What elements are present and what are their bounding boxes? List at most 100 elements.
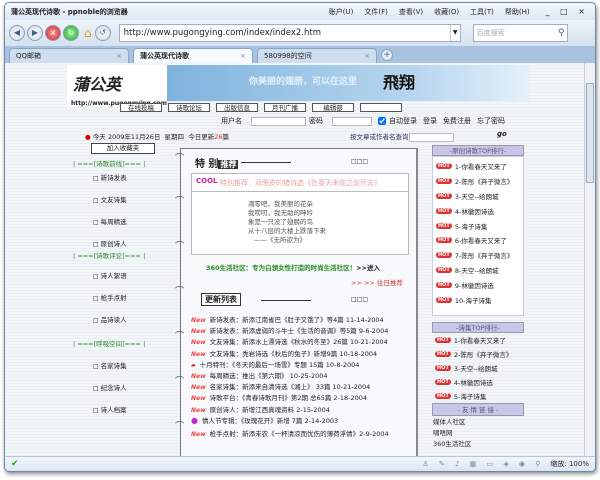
- list-item[interactable]: New 新诗发表：新添江南雀巴《肚子又饿了》等4篇 11-14-2004: [191, 314, 416, 325]
- add-favorite-button[interactable]: 加入收藏夹: [91, 143, 155, 154]
- search-box[interactable]: 百度搜索 ⚲: [472, 24, 568, 42]
- list-item[interactable]: HOT 2-陈彤《弃子微言》: [433, 174, 523, 189]
- browser-window: 蒲公英现代诗歌 - ppnoble的浏览器 账户(U) 文件(F) 查看(V) 收藏(…: [4, 2, 596, 472]
- list-item[interactable]: New 文友诗集：新添水上漂诗选《秋水的冬至》26篇 10-21-2004: [191, 336, 416, 347]
- ad-enter[interactable]: >>进入: [356, 264, 380, 272]
- nav-monthly[interactable]: 月刊广播: [264, 103, 306, 112]
- hot-badge: HOT: [436, 222, 452, 229]
- list-item[interactable]: HOT 6-你看春天又来了: [433, 233, 523, 248]
- menu-help[interactable]: 帮助(H): [505, 8, 530, 16]
- more-link[interactable]: □□□: [351, 296, 368, 303]
- top-poems-title: -原创诗歌TOP排行-: [432, 145, 524, 156]
- sidebar-link[interactable]: 每周精选: [73, 216, 173, 238]
- sidebar-link[interactable]: 品诗读人: [73, 314, 173, 336]
- home-icon[interactable]: ⌂: [84, 26, 92, 40]
- site-logo[interactable]: 蒲公英 http://www.pugongying.com: [67, 65, 167, 107]
- list-item[interactable]: HOT 5-海子诗集: [433, 218, 523, 233]
- section-title: | ===[呼吸空间]=== |: [73, 340, 146, 348]
- history-icon[interactable]: ↺: [94, 25, 111, 41]
- dropdown-icon[interactable]: ▼: [449, 25, 460, 41]
- list-item[interactable]: HOT 4-林徽因诗选: [432, 375, 524, 389]
- sidebar-link[interactable]: 原创诗人: [73, 238, 173, 248]
- window-controls[interactable]: _ □ ×: [546, 7, 589, 16]
- menu-favorites[interactable]: 收藏(O): [434, 8, 459, 16]
- menu-file[interactable]: 文件(F): [364, 8, 388, 16]
- vertical-scrollbar[interactable]: [584, 63, 595, 457]
- list-item[interactable]: HOT 10-海子诗集: [433, 292, 523, 307]
- list-item[interactable]: HOT 1-你看春天又来了: [432, 333, 524, 347]
- friend-link[interactable]: 媒体人社区: [432, 416, 524, 427]
- list-item[interactable]: HOT 3-天空--给朗城: [432, 361, 524, 375]
- sidebar-link[interactable]: 文友诗集: [73, 194, 173, 216]
- list-item[interactable]: New 名家诗集：新添来自清诗选《湘上》 33篇 10-21-2004: [191, 381, 416, 392]
- password-label: 密码: [309, 117, 323, 125]
- status-icons[interactable]: ♙ ✎ ♪ ▦ ▭ ◈ ◉ ⚲: [422, 460, 544, 468]
- password-input[interactable]: [332, 116, 372, 126]
- login-link[interactable]: 登录: [423, 116, 437, 126]
- nav-submit[interactable]: 在线投稿: [120, 103, 162, 112]
- list-item[interactable]: HOT 9-林徽因诗选: [433, 277, 523, 292]
- auto-login-checkbox[interactable]: [378, 117, 386, 125]
- list-item[interactable]: New 原创诗人：新增江西真魂资料 2-15-2004: [191, 404, 416, 415]
- tab-pugongying[interactable]: 蒲公英现代诗歌 ×: [133, 48, 253, 63]
- list-item[interactable]: HOT 8-天空--给朗城: [433, 263, 523, 278]
- query-input[interactable]: [408, 132, 454, 142]
- tab-qq-mail[interactable]: QQ邮箱 ×: [9, 48, 129, 63]
- go-button[interactable]: go: [497, 130, 507, 138]
- zoom-level[interactable]: 缩放: 100%: [550, 459, 589, 469]
- item-text: 枪手点射：新添未农《一杯清凉而忧伤的薄荷浮情》2-9-2004: [209, 429, 389, 438]
- new-badge: New: [191, 372, 206, 380]
- list-item[interactable]: HOT 4-林徽因诗选: [433, 203, 523, 218]
- recommend-title[interactable]: 特别推荐：双眼皮的猪诗选《在春天来临之前死去》: [192, 174, 408, 192]
- list-item[interactable]: New 枪手点射：新添未农《一杯清凉而忧伤的薄荷浮情》2-9-2004: [191, 428, 416, 439]
- username-input[interactable]: [251, 116, 306, 126]
- more-link[interactable]: □□□: [351, 158, 368, 165]
- list-item[interactable]: HOT 7-陈彤《弃子微言》: [433, 248, 523, 263]
- list-item[interactable]: HOT 1-你看春天又来了: [433, 159, 523, 174]
- forgot-password-link[interactable]: 忘了密码: [477, 116, 505, 126]
- scroll-thumb[interactable]: [586, 83, 594, 183]
- list-item[interactable]: ● 情人节专辑：《玫瑰花开》新增 7篇 2-14-2003: [191, 415, 416, 428]
- nav-forum[interactable]: 诗歌论坛: [168, 103, 210, 112]
- friend-link[interactable]: 啸唔网: [432, 427, 524, 438]
- hot-badge: HOT: [436, 163, 452, 170]
- past-recommend-link[interactable]: >> >> 往日推荐: [351, 277, 403, 287]
- list-item[interactable]: HOT 5-海子诗集: [432, 389, 524, 403]
- nav-publish[interactable]: 出版信息: [216, 103, 258, 112]
- login-form: 用户名 密码 自动登录 登录 免费注册 忘了密码: [221, 116, 511, 126]
- new-tab-icon[interactable]: +: [381, 49, 393, 61]
- nav-blank[interactable]: [360, 103, 402, 112]
- nav-editors[interactable]: 编辑部: [312, 103, 354, 112]
- close-icon[interactable]: ×: [364, 52, 370, 60]
- register-link[interactable]: 免费注册: [443, 116, 471, 126]
- close-icon[interactable]: ×: [116, 52, 122, 60]
- refresh-icon[interactable]: ↻: [63, 25, 79, 41]
- friend-link[interactable]: 360生活社区: [432, 438, 524, 449]
- forward-icon[interactable]: ▶: [27, 25, 43, 41]
- search-icon[interactable]: ⚲: [558, 28, 567, 38]
- item-text: 文友诗集：新添水上漂诗选《秋水的冬至》26篇 10-21-2004: [209, 338, 388, 347]
- tab-space[interactable]: 580998的空间 ×: [257, 48, 377, 63]
- sidebar-link[interactable]: 新诗发表: [73, 172, 173, 194]
- menu-view[interactable]: 查看(V): [399, 8, 423, 16]
- stop-icon[interactable]: ×: [45, 25, 61, 41]
- sidebar-link[interactable]: 纪念诗人: [73, 382, 173, 404]
- list-item[interactable]: HOT 3-天空--给朗城: [433, 189, 523, 204]
- menu-account[interactable]: 账户(U): [329, 8, 354, 16]
- address-bar[interactable]: http://www.pugongying.com/index/index2.h…: [118, 24, 461, 42]
- ad-link[interactable]: 360生活社区：专为白领女性打造的时尚生活社区！>>进入: [206, 262, 380, 272]
- sidebar-link[interactable]: 枪手点射: [73, 292, 173, 314]
- list-item[interactable]: HOT 2-陈彤《弃子微言》: [432, 347, 524, 361]
- sidebar-link[interactable]: 诗人絮语: [73, 270, 173, 292]
- back-icon[interactable]: ◀: [9, 25, 25, 41]
- list-item[interactable]: New 新诗发表：新添虚弱的斗牛士《生活的音调》等5篇 9-6-2004: [191, 325, 416, 336]
- hot-badge: HOT: [435, 379, 451, 385]
- list-item[interactable]: New 文友诗集：秃岩诗选《秋后的兔子》新增9篇 10-18-2004: [191, 348, 416, 359]
- sidebar-link[interactable]: 名家诗集: [73, 360, 173, 382]
- sidebar-link[interactable]: 诗人档案: [73, 404, 173, 426]
- list-item[interactable]: ▰ 十月特刊：《冬天的最后一场雪》专题 15篇 10-8-2004: [191, 359, 416, 370]
- menu-tools[interactable]: 工具(T): [470, 8, 494, 16]
- list-item[interactable]: New 每周精选：推出《第六期》 10-25-2004: [191, 370, 416, 381]
- list-item[interactable]: New 诗歌平台：《青春诗歌月刊》第2期 总65篇 2-18-2004: [191, 392, 416, 403]
- close-icon[interactable]: ×: [240, 52, 246, 60]
